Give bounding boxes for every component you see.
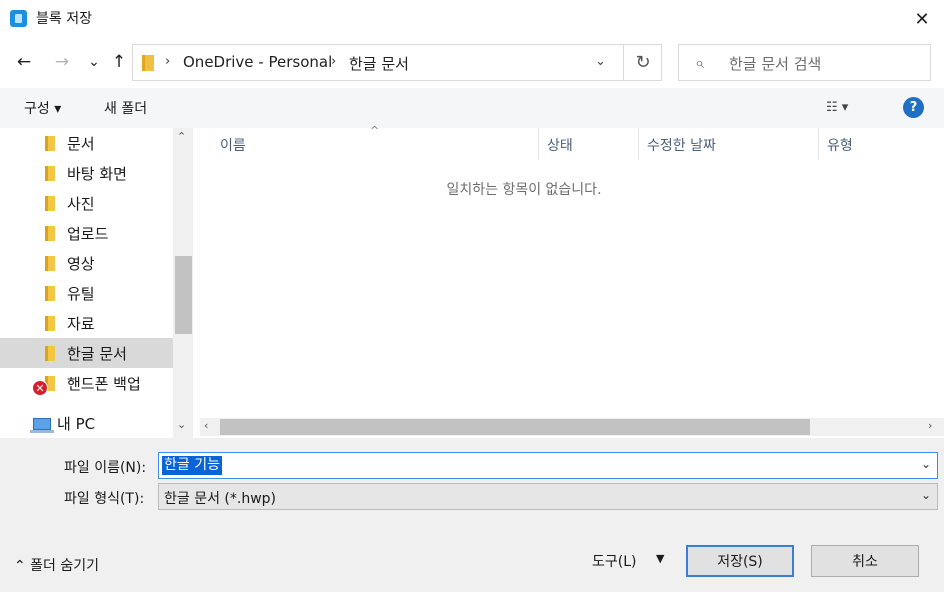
sidebar-item-label: 핸드폰 백업 <box>67 375 141 393</box>
cancel-button[interactable]: 취소 <box>811 545 919 577</box>
address-bar[interactable]: › OneDrive - Personal › 한글 문서 ⌄ ↻ <box>132 44 662 81</box>
empty-list-message: 일치하는 항목이 없습니다. <box>446 182 602 198</box>
hide-folders-toggle[interactable]: ⌃ 폴더 숨기기 <box>14 555 99 575</box>
sidebar-item-label: 문서 <box>67 135 95 153</box>
breadcrumb-separator-icon[interactable]: › <box>165 54 170 69</box>
sidebar-item-label: 자료 <box>67 315 95 333</box>
sync-error-icon: ✕ <box>32 380 48 396</box>
sidebar-item-videos[interactable]: 영상 <box>0 248 173 278</box>
folder-icon <box>45 136 55 151</box>
search-icon: ⌕ <box>695 53 704 72</box>
navigation-pane-scrollbar[interactable]: ⌃ ⌄ <box>173 128 193 438</box>
file-list: ^ 이름 상태 수정한 날짜 유형 일치하는 항목이 없습니다. ‹ › <box>194 124 944 438</box>
computer-icon <box>30 418 54 433</box>
file-type-select[interactable]: 한글 문서 (*.hwp) ⌄ <box>158 483 938 510</box>
sidebar-item-documents[interactable]: 문서 <box>0 128 173 158</box>
address-dropdown-icon[interactable]: ⌄ <box>595 54 606 69</box>
window-title: 블록 저장 <box>36 11 92 27</box>
forward-arrow-icon[interactable]: → <box>48 48 76 76</box>
new-folder-button[interactable]: 새 폴더 <box>104 98 147 118</box>
sidebar-item-this-pc[interactable]: 내 PC <box>0 408 173 438</box>
folder-icon <box>45 256 55 271</box>
folder-icon <box>45 226 55 241</box>
scroll-right-icon[interactable]: › <box>928 419 932 432</box>
sidebar-item-label: 바탕 화면 <box>67 165 127 183</box>
sidebar-item-label: 유틸 <box>67 285 95 303</box>
chevron-down-icon[interactable]: ⌄ <box>921 488 931 502</box>
close-button[interactable]: ✕ <box>906 4 938 34</box>
scrollbar-thumb[interactable] <box>220 419 810 435</box>
back-arrow-icon[interactable]: ← <box>10 48 38 76</box>
chevron-down-icon[interactable]: ⌄ <box>921 457 931 471</box>
sidebar-item-utilities[interactable]: 유틸 <box>0 278 173 308</box>
organize-menu-button[interactable]: 구성 ▾ <box>24 98 61 118</box>
scroll-left-icon[interactable]: ‹ <box>204 419 208 432</box>
file-type-value: 한글 문서 (*.hwp) <box>164 491 277 507</box>
up-arrow-icon[interactable]: ↑ <box>105 48 133 76</box>
scrollbar-thumb[interactable] <box>175 256 192 334</box>
refresh-icon[interactable]: ↻ <box>623 45 662 80</box>
column-header-status[interactable]: 상태 <box>539 128 639 160</box>
folder-icon <box>45 316 55 331</box>
column-header-date-modified[interactable]: 수정한 날짜 <box>639 128 819 160</box>
sidebar-item-desktop[interactable]: 바탕 화면 <box>0 158 173 188</box>
breadcrumb-onedrive[interactable]: OneDrive - Personal <box>183 53 332 71</box>
folder-icon <box>45 166 55 181</box>
sidebar-item-pictures[interactable]: 사진 <box>0 188 173 218</box>
tools-menu-button[interactable]: 도구(L) <box>592 551 636 571</box>
help-icon[interactable]: ? <box>903 97 924 118</box>
breadcrumb-separator-icon[interactable]: › <box>331 54 336 69</box>
search-input[interactable]: 한글 문서 검색 <box>729 53 821 74</box>
scroll-down-icon[interactable]: ⌄ <box>177 418 186 431</box>
tools-dropdown-icon[interactable]: ▼ <box>656 552 664 565</box>
folder-icon <box>45 196 55 211</box>
sidebar-item-label: 한글 문서 <box>67 345 127 363</box>
search-box[interactable]: ⌕ 한글 문서 검색 <box>678 44 931 81</box>
recent-locations-chevron-icon[interactable]: ⌄ <box>80 48 108 76</box>
file-name-label: 파일 이름(N): <box>64 460 147 476</box>
navigation-row: ← → ⌄ ↑ › OneDrive - Personal › 한글 문서 ⌄ … <box>0 38 944 88</box>
file-name-field[interactable]: 한글 기능 ⌄ <box>158 452 938 479</box>
sidebar-item-label: 내 PC <box>57 415 96 433</box>
hwp-app-icon <box>10 10 27 27</box>
column-header-name[interactable]: 이름 <box>212 128 539 160</box>
folder-icon <box>45 346 55 361</box>
title-bar: 블록 저장 ✕ <box>0 0 944 38</box>
file-type-label: 파일 형식(T): <box>64 491 145 507</box>
sidebar-item-materials[interactable]: 자료 <box>0 308 173 338</box>
sidebar-item-hangul-docs[interactable]: 한글 문서 <box>0 338 173 368</box>
breadcrumb-hangul-docs[interactable]: 한글 문서 <box>349 53 409 74</box>
view-options-icon[interactable]: ☷ ▾ <box>826 100 848 115</box>
sidebar-item-phone-backup[interactable]: ✕ 핸드폰 백업 <box>0 368 173 398</box>
file-list-horizontal-scrollbar[interactable]: ‹ › <box>200 418 944 436</box>
folder-icon <box>142 55 154 71</box>
file-name-value[interactable]: 한글 기능 <box>162 456 222 475</box>
sidebar-item-label: 사진 <box>67 195 95 213</box>
sidebar-item-label: 영상 <box>67 255 95 273</box>
folder-icon <box>45 286 55 301</box>
scroll-up-icon[interactable]: ⌃ <box>177 130 186 143</box>
sidebar-item-upload[interactable]: 업로드 <box>0 218 173 248</box>
save-button[interactable]: 저장(S) <box>686 545 794 577</box>
save-options-panel: 파일 이름(N): 한글 기능 ⌄ 파일 형식(T): 한글 문서 (*.hwp… <box>0 438 944 592</box>
command-toolbar: 구성 ▾ 새 폴더 ☷ ▾ ? <box>0 88 944 128</box>
sidebar-item-label: 업로드 <box>67 225 109 243</box>
column-header-type[interactable]: 유형 <box>819 128 939 160</box>
navigation-pane: 문서 바탕 화면 사진 업로드 영상 유틸 자료 한글 문서 ✕ 핸드폰 백업 … <box>0 128 193 438</box>
